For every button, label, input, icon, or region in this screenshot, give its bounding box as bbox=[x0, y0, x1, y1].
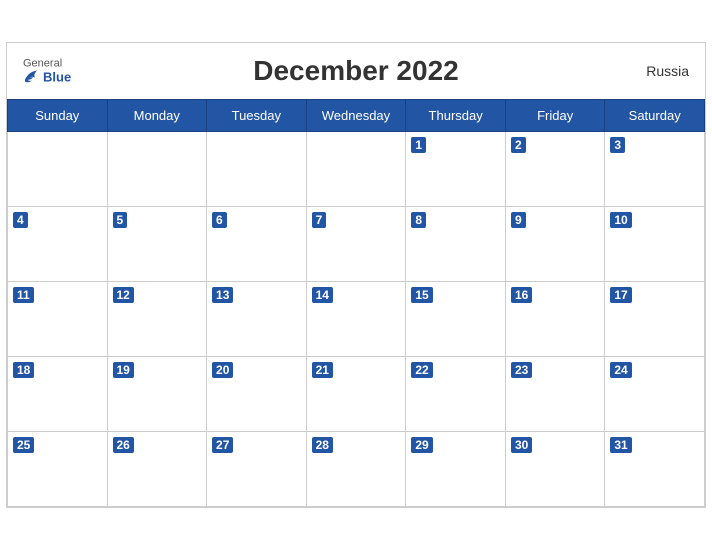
header-tuesday: Tuesday bbox=[207, 100, 307, 132]
calendar-cell: 25 bbox=[8, 432, 108, 507]
day-number: 16 bbox=[511, 287, 532, 303]
calendar-cell: 15 bbox=[406, 282, 506, 357]
calendar-cell: 5 bbox=[107, 207, 207, 282]
calendar-cell bbox=[207, 132, 307, 207]
logo-general-text: General bbox=[23, 59, 62, 70]
calendar-cell: 19 bbox=[107, 357, 207, 432]
day-number: 11 bbox=[13, 287, 34, 303]
day-number: 31 bbox=[610, 437, 631, 453]
calendar-week-row: 1 2 3 bbox=[8, 132, 705, 207]
header-thursday: Thursday bbox=[406, 100, 506, 132]
day-number: 1 bbox=[411, 137, 426, 153]
day-number: 25 bbox=[13, 437, 34, 453]
logo-bird-icon bbox=[23, 70, 41, 84]
header-wednesday: Wednesday bbox=[306, 100, 406, 132]
day-number: 3 bbox=[610, 137, 625, 153]
calendar-cell: 16 bbox=[505, 282, 604, 357]
calendar-cell: 17 bbox=[605, 282, 705, 357]
calendar-cell: 2 bbox=[505, 132, 604, 207]
header-friday: Friday bbox=[505, 100, 604, 132]
day-number: 5 bbox=[113, 212, 128, 228]
day-number: 30 bbox=[511, 437, 532, 453]
day-number: 10 bbox=[610, 212, 631, 228]
calendar-cell: 3 bbox=[605, 132, 705, 207]
header-monday: Monday bbox=[107, 100, 207, 132]
calendar-cell: 9 bbox=[505, 207, 604, 282]
logo-area: General Blue bbox=[23, 59, 71, 84]
country-label: Russia bbox=[646, 63, 689, 79]
day-number: 14 bbox=[312, 287, 333, 303]
calendar-cell bbox=[8, 132, 108, 207]
calendar-title: December 2022 bbox=[253, 55, 458, 87]
calendar-table: Sunday Monday Tuesday Wednesday Thursday… bbox=[7, 99, 705, 507]
day-number: 17 bbox=[610, 287, 631, 303]
logo-blue-area: Blue bbox=[23, 70, 71, 84]
calendar-cell: 10 bbox=[605, 207, 705, 282]
calendar-cell: 14 bbox=[306, 282, 406, 357]
calendar-week-row: 25 26 27 28 29 30 31 bbox=[8, 432, 705, 507]
day-number: 27 bbox=[212, 437, 233, 453]
calendar-cell: 13 bbox=[207, 282, 307, 357]
day-number: 26 bbox=[113, 437, 134, 453]
day-number: 12 bbox=[113, 287, 134, 303]
calendar-cell: 4 bbox=[8, 207, 108, 282]
logo-blue-text: Blue bbox=[43, 70, 71, 83]
day-number: 9 bbox=[511, 212, 526, 228]
day-number: 8 bbox=[411, 212, 426, 228]
day-number: 15 bbox=[411, 287, 432, 303]
day-number: 2 bbox=[511, 137, 526, 153]
calendar-cell: 11 bbox=[8, 282, 108, 357]
calendar-cell: 23 bbox=[505, 357, 604, 432]
calendar-cell: 1 bbox=[406, 132, 506, 207]
day-number: 4 bbox=[13, 212, 28, 228]
calendar-cell: 27 bbox=[207, 432, 307, 507]
calendar-cell: 24 bbox=[605, 357, 705, 432]
calendar: General Blue December 2022 Russia Sunday… bbox=[6, 42, 706, 508]
day-number: 7 bbox=[312, 212, 327, 228]
calendar-week-row: 4 5 6 7 8 9 10 bbox=[8, 207, 705, 282]
calendar-cell: 6 bbox=[207, 207, 307, 282]
calendar-week-row: 18 19 20 21 22 23 24 bbox=[8, 357, 705, 432]
calendar-cell: 26 bbox=[107, 432, 207, 507]
calendar-cell bbox=[107, 132, 207, 207]
day-number: 13 bbox=[212, 287, 233, 303]
day-number: 19 bbox=[113, 362, 134, 378]
day-number: 6 bbox=[212, 212, 227, 228]
day-number: 29 bbox=[411, 437, 432, 453]
day-number: 24 bbox=[610, 362, 631, 378]
day-number: 28 bbox=[312, 437, 333, 453]
calendar-cell: 7 bbox=[306, 207, 406, 282]
calendar-cell: 30 bbox=[505, 432, 604, 507]
weekday-header-row: Sunday Monday Tuesday Wednesday Thursday… bbox=[8, 100, 705, 132]
day-number: 23 bbox=[511, 362, 532, 378]
day-number: 21 bbox=[312, 362, 333, 378]
calendar-cell: 8 bbox=[406, 207, 506, 282]
calendar-cell: 31 bbox=[605, 432, 705, 507]
day-number: 20 bbox=[212, 362, 233, 378]
calendar-header: General Blue December 2022 Russia bbox=[7, 43, 705, 99]
header-sunday: Sunday bbox=[8, 100, 108, 132]
day-number: 18 bbox=[13, 362, 34, 378]
calendar-cell: 28 bbox=[306, 432, 406, 507]
calendar-week-row: 11 12 13 14 15 16 17 bbox=[8, 282, 705, 357]
calendar-cell: 29 bbox=[406, 432, 506, 507]
header-saturday: Saturday bbox=[605, 100, 705, 132]
calendar-cell: 18 bbox=[8, 357, 108, 432]
calendar-cell: 12 bbox=[107, 282, 207, 357]
calendar-cell: 21 bbox=[306, 357, 406, 432]
day-number: 22 bbox=[411, 362, 432, 378]
calendar-cell: 22 bbox=[406, 357, 506, 432]
calendar-cell bbox=[306, 132, 406, 207]
calendar-cell: 20 bbox=[207, 357, 307, 432]
